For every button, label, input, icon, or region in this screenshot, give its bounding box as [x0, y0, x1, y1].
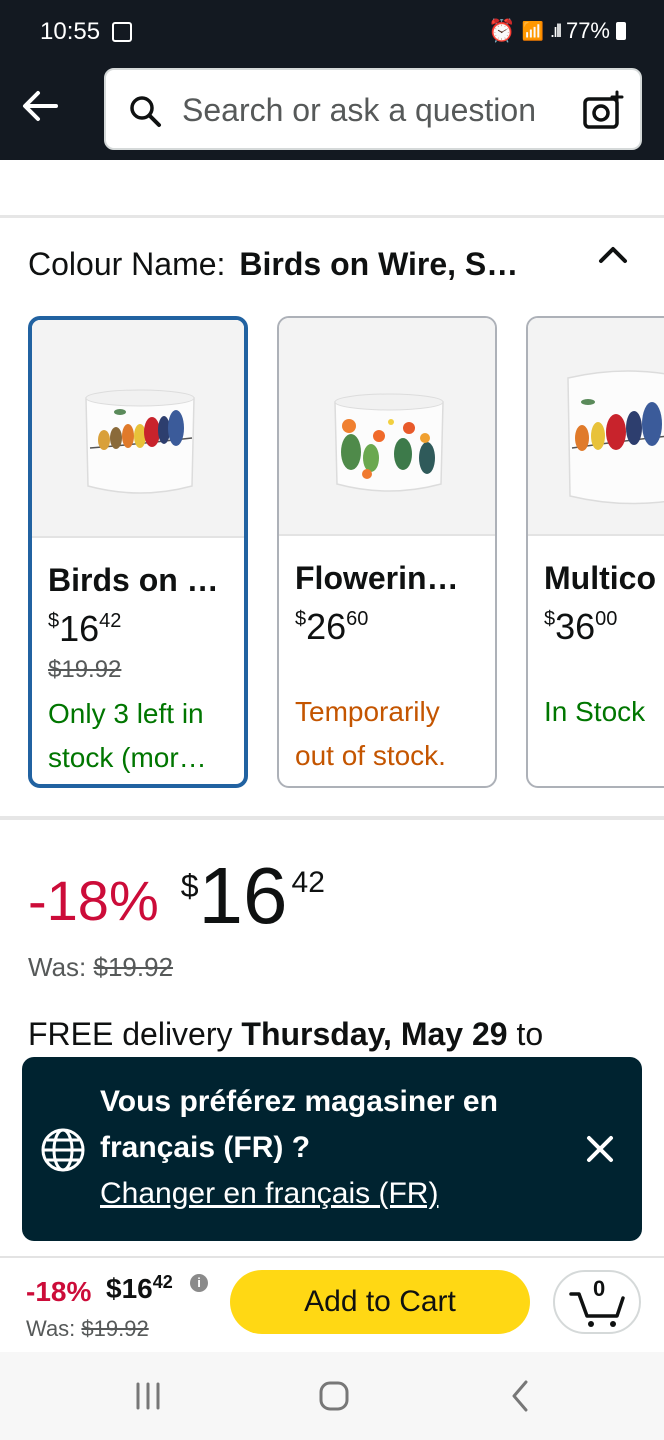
discount-percent: -18%: [28, 869, 159, 932]
colour-name-row: Colour Name: Birds on Wire, S…: [28, 246, 518, 283]
variant-name: Multico: [544, 560, 656, 596]
search-bar[interactable]: [104, 68, 642, 150]
variant-price: $1642: [48, 608, 122, 649]
back-arrow-icon[interactable]: [18, 84, 62, 128]
status-time: 10:55: [40, 18, 101, 45]
price-whole: 16: [198, 851, 288, 940]
change-language-link[interactable]: Changer en français (FR): [100, 1177, 438, 1211]
variant-image-flowering: [279, 318, 495, 536]
buy-bar: -18% $1642 i Was: $19.92 Add to Cart 0: [0, 1256, 664, 1352]
buybar-was-price: Was: $19.92: [26, 1316, 149, 1341]
cart-count: 0: [593, 1276, 606, 1301]
buybar-price: $1642: [106, 1272, 173, 1304]
variant-was-price: $19.92: [48, 656, 122, 683]
cart-button[interactable]: 0: [553, 1270, 641, 1334]
variant-card-birds[interactable]: Birds on … $1642 $19.92 Only 3 left in s…: [28, 316, 248, 788]
was-price: Was: $19.92: [28, 952, 174, 982]
app-header: 10:55 ⏰ 📶 .ıll 77%: [0, 0, 664, 160]
camera-search-icon[interactable]: [582, 90, 624, 132]
back-nav-icon[interactable]: [498, 1376, 542, 1416]
variant-card-multicolour[interactable]: Multico $3600 In Stock: [526, 316, 664, 788]
gallery-notification-icon: [112, 22, 132, 42]
colour-value: Birds on Wire, S…: [239, 246, 519, 282]
language-banner: Vous préférez magasiner en français (FR)…: [22, 1057, 642, 1241]
banner-line-2: français (FR) ?: [100, 1131, 311, 1164]
variant-price: $3600: [544, 606, 618, 647]
buybar-discount: -18%: [26, 1276, 92, 1307]
variant-price: $2660: [295, 606, 369, 647]
wifi-icon: 📶: [521, 20, 544, 41]
recent-apps-icon[interactable]: [126, 1376, 170, 1416]
alarm-icon: ⏰: [488, 18, 516, 43]
info-icon[interactable]: i: [190, 1274, 208, 1292]
banner-line-1: Vous préférez magasiner en: [100, 1085, 498, 1118]
close-icon[interactable]: [584, 1133, 616, 1165]
globe-icon: [41, 1128, 85, 1172]
previous-section-edge: [0, 160, 664, 218]
home-icon[interactable]: [312, 1376, 356, 1416]
status-indicators: ⏰ 📶 .ıll 77%: [488, 18, 626, 44]
variant-card-flowering[interactable]: Flowerin… $2660 Temporarily out of stock…: [277, 316, 497, 788]
price-currency: $: [180, 868, 199, 904]
price-fraction: 42: [291, 866, 325, 899]
signal-icon: .ıll: [549, 20, 562, 41]
colour-label: Colour Name:: [28, 246, 226, 282]
variant-stock-status: In Stock: [544, 696, 646, 727]
search-icon: [130, 96, 161, 127]
main-price: -18% $ 16 42: [28, 851, 325, 942]
variant-stock-status: Temporarily out of stock.: [295, 696, 446, 771]
section-divider: [0, 816, 664, 820]
variant-image-multicolour: [528, 318, 664, 536]
add-to-cart-button[interactable]: Add to Cart: [230, 1270, 530, 1334]
variant-name: Birds on …: [48, 562, 219, 598]
battery-icon: [616, 22, 626, 40]
variant-image-birds: [32, 320, 244, 538]
search-input[interactable]: [182, 88, 562, 132]
battery-percent: 77%: [565, 18, 610, 43]
variant-name: Flowerin…: [295, 560, 459, 596]
delivery-info: FREE delivery Thursday, May 29 to: [28, 1016, 544, 1052]
variant-stock-status: Only 3 left in stock (mor…: [48, 698, 207, 773]
system-nav-bar: [0, 1352, 664, 1440]
collapse-caret-icon[interactable]: [596, 242, 630, 268]
status-bar: 10:55 ⏰ 📶 .ıll 77%: [0, 0, 664, 64]
